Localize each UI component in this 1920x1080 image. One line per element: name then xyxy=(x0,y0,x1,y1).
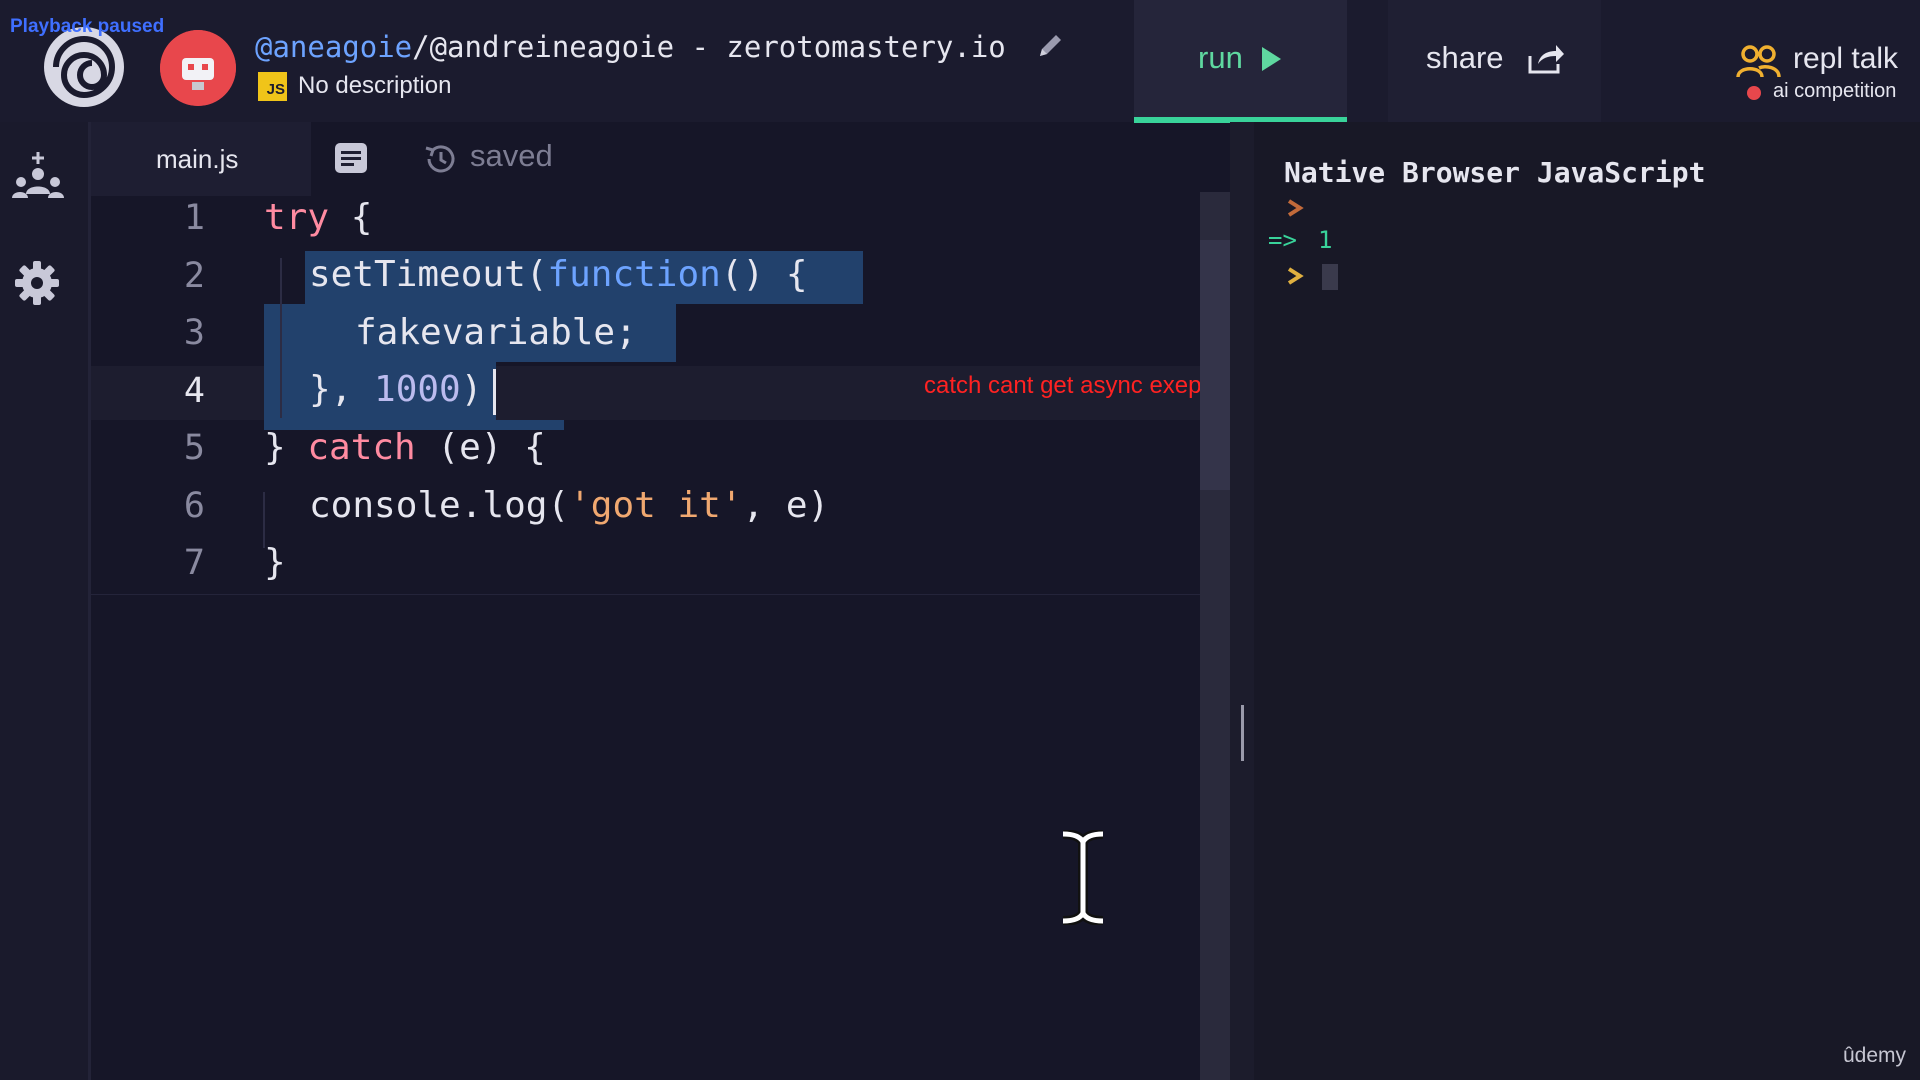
console-input-caret[interactable] xyxy=(1322,264,1338,290)
line-number: 2 xyxy=(183,256,205,296)
code-line: console.log('got it', e) xyxy=(309,485,830,526)
line-number: 4 xyxy=(183,371,205,411)
repl-description[interactable]: No description xyxy=(298,72,451,100)
share-button[interactable]: share xyxy=(1388,0,1601,122)
add-user-icon[interactable] xyxy=(12,150,64,202)
prompt-icon xyxy=(1287,267,1304,285)
indent-guide xyxy=(280,258,282,418)
tab-main-js[interactable]: main.js xyxy=(91,122,311,196)
prompt-icon xyxy=(1287,199,1304,217)
code-line: try { xyxy=(264,197,373,238)
text-cursor-icon xyxy=(1062,830,1104,925)
repl-title[interactable]: @aneagoie/@andreineagoie - zerotomastery… xyxy=(255,30,1006,64)
save-status: saved xyxy=(470,138,553,173)
repl-owner[interactable]: @aneagoie xyxy=(255,30,412,64)
watermark: ûdemy xyxy=(1843,1044,1907,1067)
play-icon xyxy=(1262,47,1281,71)
code-line: }, 1000) xyxy=(309,369,483,410)
share-icon xyxy=(1528,45,1564,74)
repl-talk-subtitle[interactable]: ai competition xyxy=(1773,80,1896,103)
pencil-icon[interactable] xyxy=(1036,30,1066,60)
run-button[interactable]: run xyxy=(1134,0,1347,117)
tab-label: main.js xyxy=(156,144,239,174)
line-number: 6 xyxy=(183,486,205,526)
gear-icon[interactable] xyxy=(14,260,60,306)
indent-guide xyxy=(263,492,265,548)
users-icon xyxy=(1736,45,1781,78)
code-line: fakevariable; xyxy=(355,312,637,353)
line-number: 5 xyxy=(183,428,205,468)
editor-scroll-thumb[interactable] xyxy=(1200,240,1230,490)
console-pane[interactable] xyxy=(1254,122,1920,1080)
pane-divider[interactable] xyxy=(1230,122,1254,1080)
js-language-badge: JS xyxy=(258,72,287,101)
console-title: Native Browser JavaScript xyxy=(1284,156,1706,189)
playback-status: Playback paused xyxy=(10,16,165,37)
code-line: setTimeout(function() { xyxy=(309,254,808,295)
repl-name: /@andreineagoie - zerotomastery.io xyxy=(412,30,1006,64)
line-number: 3 xyxy=(183,313,205,353)
files-icon[interactable] xyxy=(334,142,368,174)
code-line: } catch (e) { xyxy=(264,427,546,468)
code-line: } xyxy=(264,542,286,583)
robot-avatar-icon[interactable] xyxy=(160,30,236,106)
repl-talk-link[interactable]: repl talk xyxy=(1793,42,1898,76)
line-number: 7 xyxy=(183,543,205,583)
resize-handle[interactable] xyxy=(1241,705,1244,761)
text-caret xyxy=(493,369,496,415)
line-number: 1 xyxy=(183,198,205,238)
history-icon[interactable] xyxy=(423,142,457,176)
live-dot-icon xyxy=(1747,86,1761,100)
share-label: share xyxy=(1426,40,1504,75)
result-value: 1 xyxy=(1318,226,1333,254)
result-arrow: => xyxy=(1268,226,1297,254)
run-label: run xyxy=(1198,40,1243,75)
end-of-content-rule xyxy=(91,594,1201,595)
